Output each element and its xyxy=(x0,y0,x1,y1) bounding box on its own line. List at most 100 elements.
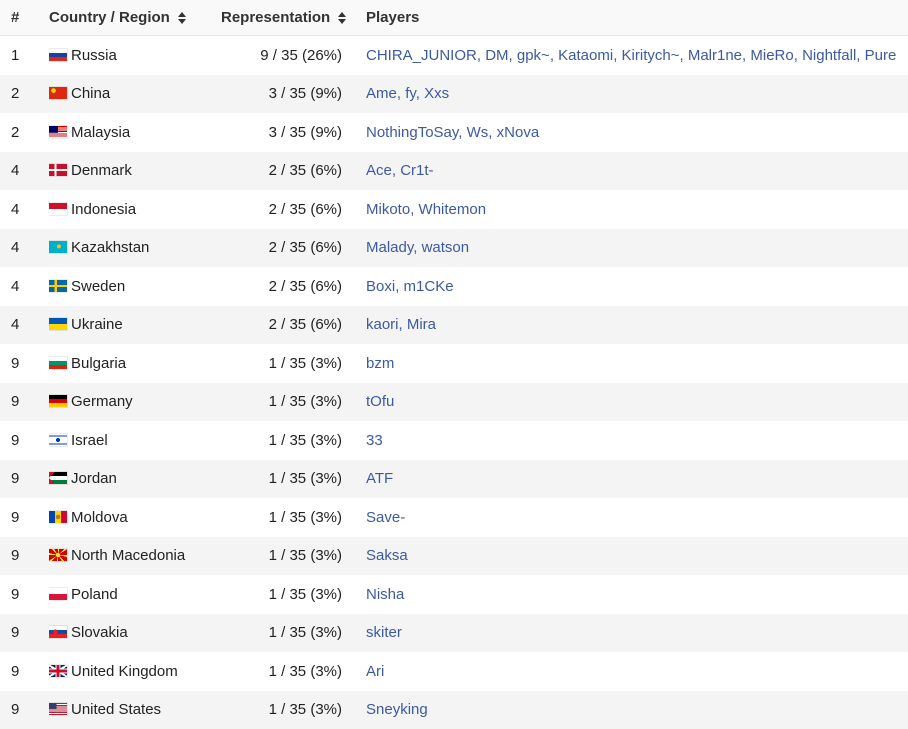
player-link[interactable]: DM xyxy=(485,47,508,64)
player-link[interactable]: 33 xyxy=(366,432,383,449)
country-cell: Germany xyxy=(49,383,214,422)
table-row: 9North Macedonia1 / 35 (3%)Saksa xyxy=(0,537,908,576)
player-link[interactable]: Nightfall xyxy=(802,47,856,64)
rank-cell: 4 xyxy=(0,152,49,191)
player-link[interactable]: Saksa xyxy=(366,547,408,564)
player-link[interactable]: MieRo xyxy=(750,47,793,64)
player-link[interactable]: gpk~ xyxy=(517,47,550,64)
representation-cell: 3 / 35 (9%) xyxy=(214,75,364,114)
rank-column-header: # xyxy=(0,0,49,36)
players-cell: CHIRA_JUNIOR, DM, gpk~, Kataomi, Kirityc… xyxy=(364,36,908,75)
country-name: Germany xyxy=(71,393,133,410)
table-row: 4Ukraine2 / 35 (6%)kaori, Mira xyxy=(0,306,908,345)
country-name: Russia xyxy=(71,47,117,64)
player-link[interactable]: Save- xyxy=(366,509,405,526)
player-link[interactable]: NothingToSay xyxy=(366,124,458,141)
representation-cell: 2 / 35 (6%) xyxy=(214,152,364,191)
malaysia-flag-icon xyxy=(49,126,67,138)
united-states-flag-icon xyxy=(49,703,67,715)
country-name: Ukraine xyxy=(71,316,123,333)
representation-cell: 2 / 35 (6%) xyxy=(214,190,364,229)
sort-icon[interactable] xyxy=(178,12,186,24)
rank-cell: 4 xyxy=(0,267,49,306)
country-name: Indonesia xyxy=(71,201,136,218)
country-representation-table: # Country / Region Representation Player… xyxy=(0,0,908,729)
table-row: 4Sweden2 / 35 (6%)Boxi, m1CKe xyxy=(0,267,908,306)
player-link[interactable]: Kiritych~ xyxy=(622,47,680,64)
player-link[interactable]: Ace xyxy=(366,162,392,179)
player-link[interactable]: m1CKe xyxy=(404,278,454,295)
country-cell: Poland xyxy=(49,575,214,614)
table-row: 9Moldova1 / 35 (3%)Save- xyxy=(0,498,908,537)
player-link[interactable]: Mikoto xyxy=(366,201,410,218)
player-link[interactable]: tOfu xyxy=(366,393,394,410)
table-row: 9Israel1 / 35 (3%)33 xyxy=(0,421,908,460)
player-link[interactable]: skiter xyxy=(366,624,402,641)
country-name: Moldova xyxy=(71,509,128,526)
player-link[interactable]: Mira xyxy=(407,316,436,333)
country-column-header[interactable]: Country / Region xyxy=(49,0,214,36)
country-name: Bulgaria xyxy=(71,355,126,372)
rank-cell: 9 xyxy=(0,460,49,499)
player-link[interactable]: fy xyxy=(405,85,416,102)
player-link[interactable]: xNova xyxy=(497,124,540,141)
table-row: 9United Kingdom1 / 35 (3%)Ari xyxy=(0,652,908,691)
rank-cell: 9 xyxy=(0,691,49,729)
country-name: Sweden xyxy=(71,278,125,295)
rank-cell: 9 xyxy=(0,575,49,614)
player-link[interactable]: Nisha xyxy=(366,586,404,603)
players-cell: 33 xyxy=(364,421,908,460)
player-link[interactable]: bzm xyxy=(366,355,394,372)
player-link[interactable]: Ws xyxy=(467,124,489,141)
table-row: 9Poland1 / 35 (3%)Nisha xyxy=(0,575,908,614)
players-cell: Nisha xyxy=(364,575,908,614)
player-link[interactable]: Ari xyxy=(366,663,384,680)
rank-cell: 9 xyxy=(0,498,49,537)
germany-flag-icon xyxy=(49,395,67,407)
representation-cell: 1 / 35 (3%) xyxy=(214,344,364,383)
country-cell: Slovakia xyxy=(49,614,214,653)
indonesia-flag-icon xyxy=(49,203,67,215)
players-cell: NothingToSay, Ws, xNova xyxy=(364,113,908,152)
rank-cell: 9 xyxy=(0,421,49,460)
representation-cell: 3 / 35 (9%) xyxy=(214,113,364,152)
player-link[interactable]: kaori xyxy=(366,316,399,333)
north-macedonia-flag-icon xyxy=(49,549,67,561)
representation-cell: 1 / 35 (3%) xyxy=(214,421,364,460)
table-header-row: # Country / Region Representation Player… xyxy=(0,0,908,36)
player-link[interactable]: CHIRA_JUNIOR xyxy=(366,47,477,64)
player-link[interactable]: watson xyxy=(422,239,470,256)
rank-cell: 4 xyxy=(0,229,49,268)
player-link[interactable]: Whitemon xyxy=(419,201,487,218)
slovakia-flag-icon xyxy=(49,626,67,638)
player-link[interactable]: Xxs xyxy=(424,85,449,102)
table-row: 9United States1 / 35 (3%)Sneyking xyxy=(0,691,908,729)
country-cell: China xyxy=(49,75,214,114)
player-link[interactable]: Cr1t- xyxy=(400,162,433,179)
rank-cell: 9 xyxy=(0,383,49,422)
player-link[interactable]: Sneyking xyxy=(366,701,428,718)
country-cell: Israel xyxy=(49,421,214,460)
player-link[interactable]: Kataomi xyxy=(558,47,613,64)
player-link[interactable]: Boxi xyxy=(366,278,395,295)
ukraine-flag-icon xyxy=(49,318,67,330)
representation-cell: 9 / 35 (26%) xyxy=(214,36,364,75)
representation-cell: 1 / 35 (3%) xyxy=(214,537,364,576)
player-link[interactable]: Ame xyxy=(366,85,397,102)
players-cell: Ace, Cr1t- xyxy=(364,152,908,191)
representation-column-header[interactable]: Representation xyxy=(214,0,364,36)
rank-cell: 2 xyxy=(0,113,49,152)
country-cell: Kazakhstan xyxy=(49,229,214,268)
table-row: 9Bulgaria1 / 35 (3%)bzm xyxy=(0,344,908,383)
players-cell: Sneyking xyxy=(364,691,908,729)
player-link[interactable]: Pure xyxy=(865,47,897,64)
country-cell: Jordan xyxy=(49,460,214,499)
player-link[interactable]: ATF xyxy=(366,470,393,487)
representation-cell: 1 / 35 (3%) xyxy=(214,614,364,653)
player-link[interactable]: Malady xyxy=(366,239,413,256)
country-name: Malaysia xyxy=(71,124,130,141)
table-row: 4Denmark2 / 35 (6%)Ace, Cr1t- xyxy=(0,152,908,191)
rank-cell: 9 xyxy=(0,652,49,691)
player-link[interactable]: Malr1ne xyxy=(688,47,742,64)
sort-icon[interactable] xyxy=(338,12,346,24)
